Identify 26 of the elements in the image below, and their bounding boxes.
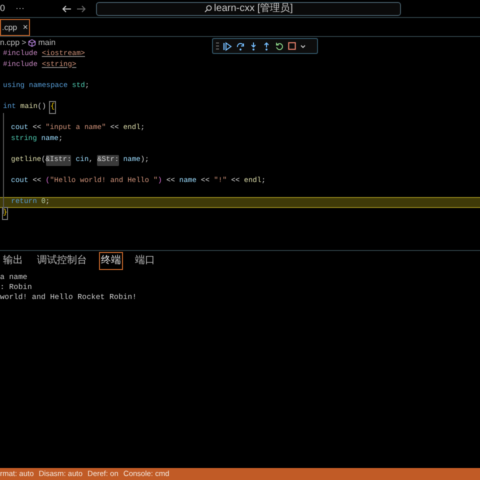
stop-icon[interactable] [288, 42, 296, 50]
step-into-icon[interactable] [249, 42, 258, 50]
breadcrumb-separator: > [22, 37, 26, 49]
back-icon[interactable] [62, 4, 72, 12]
step-over-icon[interactable] [236, 42, 245, 50]
drag-handle-icon[interactable] [216, 42, 219, 50]
search-text: learn-cxx [管理员] [214, 4, 293, 14]
panel-tab[interactable]: 输出 [1, 252, 25, 270]
panel-tab[interactable]: 终端 [99, 252, 123, 270]
continue-icon[interactable] [223, 42, 232, 50]
menu-text: 0 [0, 2, 6, 15]
step-out-icon[interactable] [262, 42, 271, 50]
tab-label: .cpp [2, 22, 18, 34]
forward-icon[interactable] [76, 4, 86, 12]
more-button[interactable]: ··· [12, 2, 28, 16]
chevron-down-icon[interactable] [300, 44, 306, 48]
restart-icon[interactable] [275, 42, 284, 50]
close-button[interactable]: × [22, 20, 28, 34]
search-field[interactable]: learn-cxx [管理员] [96, 2, 401, 16]
panel-tab[interactable]: 调试控制台 [35, 252, 89, 270]
editor-tab[interactable]: .cpp × [0, 19, 30, 36]
search-icon [204, 4, 212, 12]
breadcrumb-symbol[interactable]: main [38, 37, 56, 49]
panel-tab[interactable]: 端口 [133, 252, 157, 270]
breadcrumb-file[interactable]: n.cpp [0, 37, 20, 49]
cube-icon [28, 39, 36, 47]
